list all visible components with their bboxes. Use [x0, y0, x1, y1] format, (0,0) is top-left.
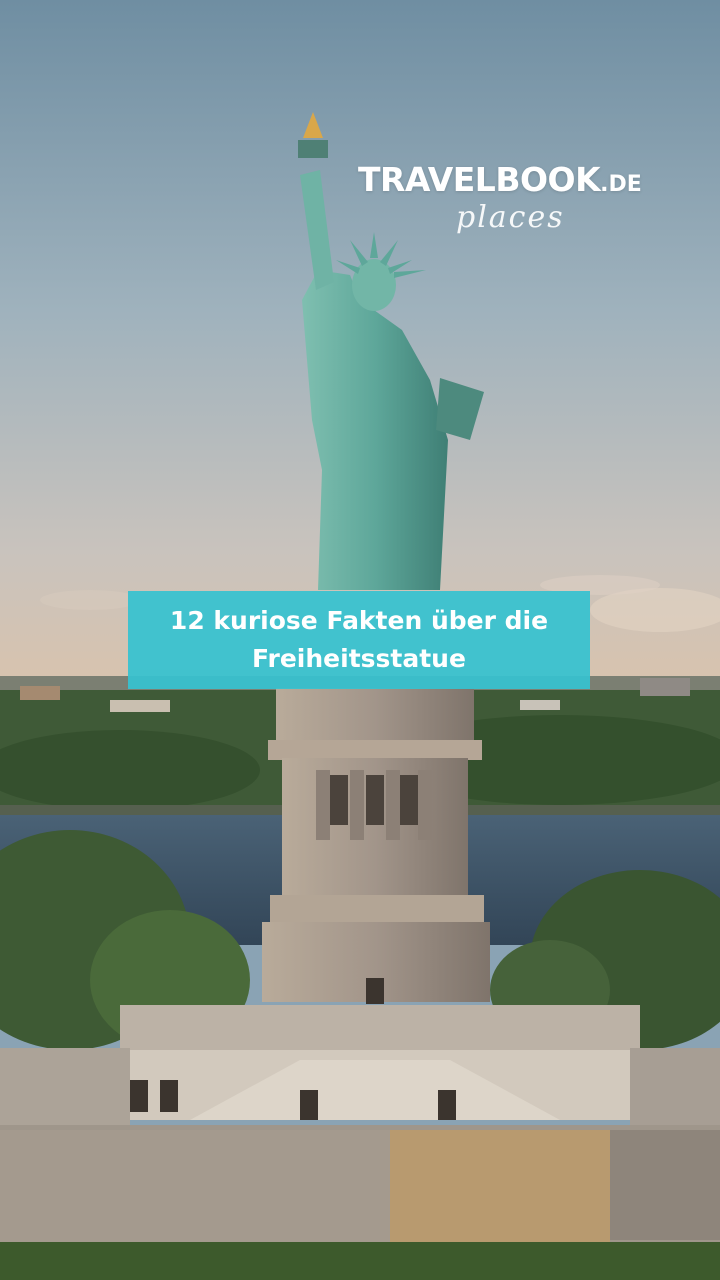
brand-suffix: .DE — [600, 172, 642, 197]
headline-banner: 12 kuriose Fakten über die Freiheitsstat… — [128, 591, 590, 689]
brand-subtitle: places — [456, 200, 565, 235]
brand-name: TRAVELBOOK — [358, 160, 601, 199]
headline-text: 12 kuriose Fakten über die Freiheitsstat… — [169, 606, 549, 673]
photo-scene: TRAVELBOOK.DE places 12 kuriose Fakten ü… — [0, 0, 720, 1280]
travelbook-logo: TRAVELBOOK.DE places — [358, 160, 688, 235]
brand-wordmark: TRAVELBOOK.DE — [358, 160, 688, 205]
